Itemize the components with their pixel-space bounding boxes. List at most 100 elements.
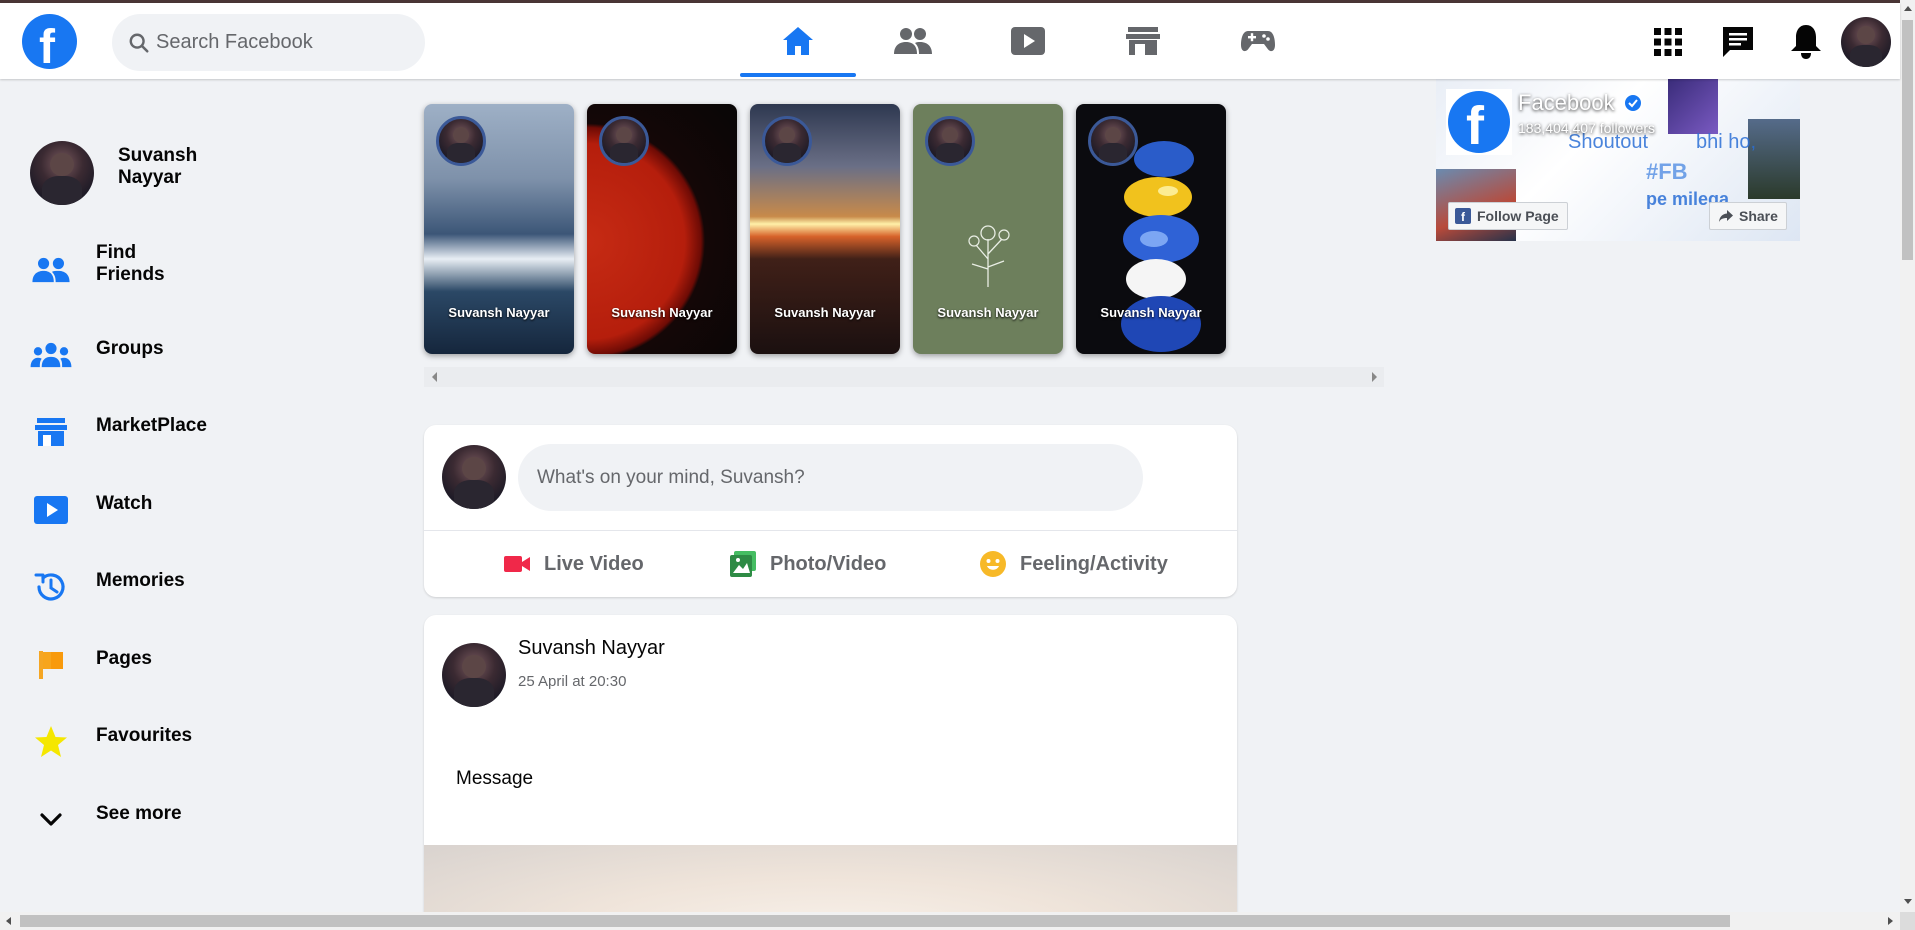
tab-watch[interactable] (970, 6, 1086, 76)
story-avatar (925, 116, 975, 166)
scroll-left-button[interactable] (6, 917, 11, 925)
sidebar-label-find-friends[interactable]: Find Friends (96, 242, 216, 286)
stories-scrollbar[interactable] (424, 367, 1384, 387)
friends-icon (32, 257, 70, 283)
story-avatar (599, 116, 649, 166)
sidebar-label-favourites[interactable]: Favourites (96, 725, 216, 747)
feeling-activity-label: Feeling/Activity (1020, 552, 1168, 575)
sidebar-label-watch[interactable]: Watch (96, 493, 216, 515)
user-avatar[interactable] (30, 141, 94, 205)
marketplace-icon (35, 418, 67, 446)
story-author: Suvansh Nayyar (611, 305, 713, 320)
flag-icon (39, 651, 63, 679)
messenger-button[interactable] (1716, 20, 1760, 64)
tab-marketplace[interactable] (1085, 6, 1201, 76)
sidebar-item-memories[interactable] (28, 564, 74, 610)
sidebar-label-memories[interactable]: Memories (96, 570, 216, 592)
story-card[interactable]: Suvansh Nayyar (424, 104, 574, 354)
smiley-icon (980, 551, 1006, 577)
live-video-button[interactable]: Live Video (502, 542, 644, 586)
profile-avatar-button[interactable] (1841, 17, 1891, 67)
post-timestamp[interactable]: 25 April at 20:30 (518, 673, 626, 690)
sidebar-item-groups[interactable] (28, 332, 74, 378)
scroll-down-arrow[interactable] (1904, 899, 1912, 904)
photo-icon (730, 551, 756, 577)
post-author-name[interactable]: Suvansh Nayyar (518, 637, 665, 660)
share-button[interactable]: Share (1709, 202, 1787, 230)
groups-icon (30, 342, 72, 368)
post-composer: What's on your mind, Suvansh? Live Video… (424, 425, 1237, 597)
tab-friends[interactable] (855, 6, 971, 76)
sidebar-label-marketplace[interactable]: MarketPlace (96, 415, 216, 437)
photo-video-label: Photo/Video (770, 552, 887, 575)
scroll-right-arrow[interactable] (1372, 372, 1377, 382)
page-followers: 183,404,407 followers (1518, 120, 1655, 136)
user-name-link[interactable]: Suvansh Nayyar (118, 145, 238, 189)
scroll-left-arrow[interactable] (432, 372, 437, 382)
scrollbar-corner (1900, 912, 1915, 930)
sidebar-item-pages[interactable] (28, 642, 74, 688)
post-author-avatar[interactable] (442, 643, 506, 707)
find-friends-line-2: Friends (96, 264, 165, 285)
menu-grid-button[interactable] (1646, 20, 1690, 64)
sidebar-item-see-more[interactable] (28, 797, 74, 843)
grid-menu-icon (1654, 28, 1682, 56)
vertical-scrollbar[interactable] (1900, 0, 1915, 912)
bell-icon (1791, 25, 1821, 59)
flower-sketch-icon (968, 225, 1010, 287)
story-avatar (762, 116, 812, 166)
feeling-activity-button[interactable]: Feeling/Activity (978, 542, 1168, 586)
notifications-button[interactable] (1784, 20, 1828, 64)
sidebar-item-find-friends[interactable] (28, 247, 74, 293)
live-video-label: Live Video (544, 552, 644, 575)
photo-video-button[interactable]: Photo/Video (728, 542, 886, 586)
whats-on-your-mind-input[interactable]: What's on your mind, Suvansh? (518, 444, 1143, 511)
post-image[interactable] (424, 845, 1237, 915)
scroll-up-arrow[interactable] (1904, 6, 1912, 11)
store-icon (1126, 27, 1160, 55)
sidebar-item-watch[interactable] (28, 487, 74, 533)
sidebar-label-groups[interactable]: Groups (96, 338, 216, 360)
verified-badge-icon (1622, 93, 1643, 113)
star-icon (35, 726, 67, 757)
facebook-small-icon: f (1455, 208, 1471, 224)
page-logo[interactable]: f (1446, 89, 1512, 156)
story-card[interactable]: Suvansh Nayyar (913, 104, 1063, 354)
facebook-page-plugin[interactable]: Shoutout bhi ho, #FB pe milega f Faceboo… (1436, 79, 1800, 241)
composer-divider (424, 530, 1237, 531)
friends-icon (894, 28, 932, 54)
follow-page-button[interactable]: f Follow Page (1448, 202, 1568, 230)
chevron-down-icon (40, 813, 62, 826)
vertical-scroll-thumb[interactable] (1902, 20, 1913, 260)
horizontal-scrollbar[interactable] (0, 912, 1900, 930)
story-card[interactable]: Suvansh Nayyar (750, 104, 900, 354)
horizontal-scroll-thumb[interactable] (20, 915, 1730, 927)
facebook-logo[interactable]: f (22, 14, 77, 74)
sidebar-item-marketplace[interactable] (28, 409, 74, 455)
watch-tab-icon (1011, 27, 1045, 55)
post-message: Message (456, 768, 534, 789)
watch-icon (34, 496, 68, 524)
share-arrow-icon (1719, 210, 1733, 222)
user-first-name: Suvansh (118, 145, 198, 166)
story-card[interactable]: Suvansh Nayyar (1076, 104, 1226, 354)
story-card[interactable]: Suvansh Nayyar (587, 104, 737, 354)
scroll-right-button[interactable] (1888, 917, 1893, 925)
sidebar-item-favourites[interactable] (28, 719, 74, 765)
cover-hashtag-text: #FB (1646, 159, 1688, 184)
user-last-name: Nayyar (118, 167, 182, 188)
page-title[interactable]: Facebook (1518, 90, 1643, 116)
composer-avatar[interactable] (442, 445, 506, 509)
sidebar-label-see-more[interactable]: See more (96, 803, 216, 825)
story-author: Suvansh Nayyar (937, 305, 1039, 320)
cover-promo-text: bhi ho, (1696, 131, 1757, 153)
story-avatar (436, 116, 486, 166)
tab-home[interactable] (740, 6, 856, 77)
search-box[interactable] (112, 14, 425, 71)
search-icon (129, 33, 149, 53)
sidebar-label-pages[interactable]: Pages (96, 648, 216, 670)
tab-gaming[interactable] (1200, 6, 1316, 76)
search-input[interactable] (156, 14, 411, 71)
cover-photo-tile (1668, 79, 1718, 134)
story-author: Suvansh Nayyar (1100, 305, 1202, 320)
